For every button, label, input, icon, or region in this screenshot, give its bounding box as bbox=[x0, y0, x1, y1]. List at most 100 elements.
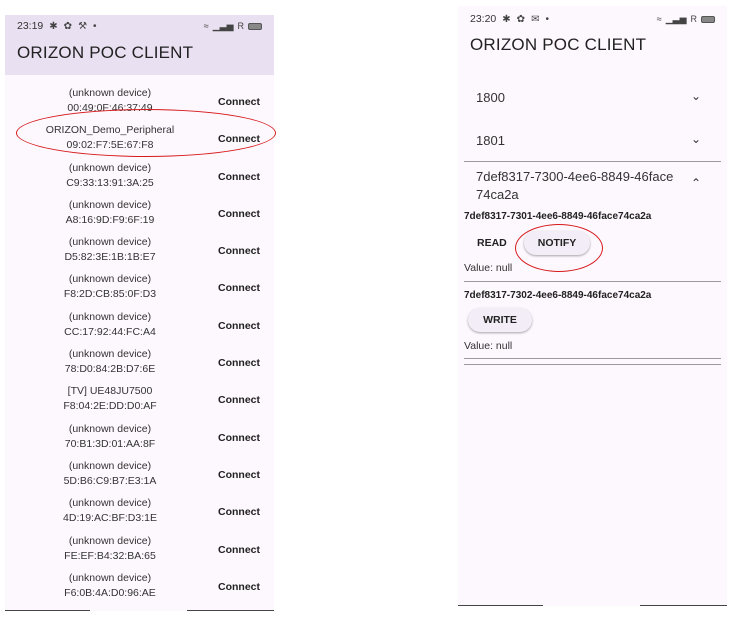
services-screen: 23:20 ✱ ✿ ✉ • ≈ ▁▃▅ R ORIZON POC CLIENT … bbox=[458, 6, 727, 606]
device-name: (unknown device) bbox=[68, 497, 152, 510]
device-name: (unknown device) bbox=[68, 310, 152, 323]
wifi-icon: ≈ bbox=[203, 21, 209, 31]
device-scan-screen: 23:19 ✱ ✿ ⚒ • ≈ ▁▃▅ R ORIZON POC CLIENT … bbox=[5, 15, 274, 611]
device-row: (unknown device) CC:17:92:44:FC:A4 Connect bbox=[5, 308, 274, 345]
divider bbox=[464, 281, 721, 282]
connect-button[interactable]: Connect bbox=[218, 171, 260, 183]
notify-button[interactable]: NOTIFY bbox=[524, 231, 590, 255]
service-uuid-line1: 7def8317-7300-4ee6-8849-46face bbox=[476, 169, 674, 184]
device-row: (unknown device) FE:EF:B4:32:BA:65 Connect bbox=[5, 532, 274, 569]
device-row: (unknown device) 4D:19:AC:BF:D3:1E Connect bbox=[5, 494, 274, 531]
device-address: CC:17:92:44:FC:A4 bbox=[64, 325, 156, 338]
device-row: (unknown device) D5:82:3E:1B:1B:E7 Connect bbox=[5, 233, 274, 270]
nav-segment bbox=[5, 610, 90, 611]
status-bar: 23:19 ✱ ✿ ⚒ • ≈ ▁▃▅ R bbox=[5, 15, 274, 37]
device-name: ORIZON_Demo_Peripheral bbox=[45, 124, 175, 137]
gear-icon: ✿ bbox=[63, 20, 73, 32]
status-time: 23:20 bbox=[470, 13, 497, 25]
device-row: (unknown device) F6:0B:4A:D0:96:AE Connect bbox=[5, 569, 274, 606]
connect-button[interactable]: Connect bbox=[218, 320, 260, 332]
device-address: A8:16:9D:F9:6F:19 bbox=[65, 213, 155, 226]
device-address: 00:49:0F:46:37:49 bbox=[67, 102, 153, 114]
dot-icon: • bbox=[93, 20, 97, 32]
device-address: 4D:19:AC:BF:D3:1E bbox=[63, 512, 157, 525]
page-title: ORIZON POC CLIENT bbox=[470, 35, 647, 54]
service-uuid: 1800 bbox=[476, 90, 505, 105]
read-button[interactable]: READ bbox=[477, 237, 507, 249]
connect-button[interactable]: Connect bbox=[218, 544, 260, 556]
battery-icon bbox=[248, 22, 262, 30]
bluetooth-icon: ✱ bbox=[502, 13, 511, 25]
service-uuid-line2: 74ca2a bbox=[476, 187, 519, 202]
nav-segment bbox=[458, 605, 543, 606]
wifi-icon: ≈ bbox=[656, 14, 662, 24]
signal-icon: ▁▃▅ bbox=[212, 20, 234, 31]
device-list: (unknown device) 00:49:0F:46:37:49 Connect… bbox=[5, 84, 274, 606]
connect-button[interactable]: Connect bbox=[218, 282, 260, 294]
connect-button[interactable]: Connect bbox=[218, 96, 260, 108]
device-address: F6:0B:4A:D0:96:AE bbox=[64, 586, 156, 599]
chevron-up-icon[interactable]: ⌃ bbox=[691, 176, 701, 190]
nav-segment bbox=[187, 610, 274, 611]
device-address: 09:02:F7:5E:67:F8 bbox=[66, 139, 154, 152]
device-name: (unknown device) bbox=[68, 87, 152, 99]
connect-button[interactable]: Connect bbox=[218, 245, 260, 257]
wrench-icon: ⚒ bbox=[78, 20, 88, 32]
connect-button[interactable]: Connect bbox=[218, 581, 260, 593]
device-name: (unknown device) bbox=[68, 236, 152, 249]
battery-icon bbox=[701, 15, 715, 23]
divider bbox=[464, 161, 721, 162]
status-bar: 23:20 ✱ ✿ ✉ • ≈ ▁▃▅ R bbox=[458, 6, 727, 30]
device-row: (unknown device) C9:33:13:91:3A:25 Connect bbox=[5, 159, 274, 196]
characteristic-value: Value: null bbox=[464, 262, 513, 274]
status-roaming: R bbox=[690, 14, 698, 24]
chevron-down-icon[interactable]: ⌄ bbox=[691, 89, 701, 103]
device-address: F8:04:2E:DD:D0:AF bbox=[63, 400, 157, 413]
device-row: (unknown device) A8:16:9D:F9:6F:19 Connect bbox=[5, 196, 274, 233]
device-row: [TV] UE48JU7500 F8:04:2E:DD:D0:AF Connect bbox=[5, 382, 274, 419]
nav-segment bbox=[640, 605, 727, 606]
navigation-bar bbox=[5, 609, 274, 611]
connect-button[interactable]: Connect bbox=[218, 432, 260, 444]
device-address: C9:33:13:91:3A:25 bbox=[66, 176, 154, 189]
connect-button[interactable]: Connect bbox=[218, 394, 260, 406]
connect-button[interactable]: Connect bbox=[218, 506, 260, 518]
chevron-down-icon[interactable]: ⌄ bbox=[691, 132, 701, 146]
device-row: (unknown device) 78:D0:84:2B:D7:6E Connect bbox=[5, 345, 274, 382]
app-bar: 23:20 ✱ ✿ ✉ • ≈ ▁▃▅ R ORIZON POC CLIENT bbox=[458, 6, 727, 66]
characteristic-uuid: 7def8317-7302-4ee6-8849-46face74ca2a bbox=[464, 290, 652, 301]
status-roaming: R bbox=[237, 21, 245, 31]
device-row: (unknown device) 00:49:0F:46:37:49 Connect bbox=[5, 84, 274, 121]
device-name: (unknown device) bbox=[68, 459, 152, 472]
device-name: [TV] UE48JU7500 bbox=[67, 385, 153, 398]
connect-button[interactable]: Connect bbox=[218, 208, 260, 220]
device-address: 70:B1:3D:01:AA:8F bbox=[64, 437, 156, 450]
connect-button[interactable]: Connect bbox=[218, 357, 260, 369]
gear-icon: ✿ bbox=[516, 13, 526, 25]
device-name: (unknown device) bbox=[68, 198, 152, 211]
service-row-1800[interactable]: 1800 ⌄ bbox=[464, 78, 721, 118]
characteristic-uuid: 7def8317-7301-4ee6-8849-46face74ca2a bbox=[464, 211, 652, 222]
service-uuid: 1801 bbox=[476, 133, 505, 148]
service-row-custom[interactable]: 7def8317-7300-4ee6-8849-46face 74ca2a ⌃ bbox=[464, 166, 721, 210]
device-name: (unknown device) bbox=[68, 534, 152, 547]
connect-button[interactable]: Connect bbox=[218, 469, 260, 481]
write-button[interactable]: WRITE bbox=[468, 308, 532, 332]
dot-icon: • bbox=[545, 13, 549, 25]
device-address: 5D:B6:C9:B7:E3:1A bbox=[63, 474, 157, 487]
device-row: (unknown device) 70:B1:3D:01:AA:8F Connect bbox=[5, 420, 274, 457]
app-bar: 23:19 ✱ ✿ ⚒ • ≈ ▁▃▅ R ORIZON POC CLIENT bbox=[5, 15, 274, 75]
device-address: F8:2D:CB:85:0F:D3 bbox=[63, 288, 157, 301]
device-address: FE:EF:B4:32:BA:65 bbox=[64, 549, 156, 562]
divider bbox=[464, 364, 721, 365]
status-time: 23:19 bbox=[17, 20, 44, 32]
bluetooth-icon: ✱ bbox=[49, 20, 58, 32]
service-row-1801[interactable]: 1801 ⌄ bbox=[464, 121, 721, 161]
device-name: (unknown device) bbox=[68, 348, 152, 361]
device-name: (unknown device) bbox=[68, 571, 152, 584]
divider bbox=[464, 358, 721, 359]
connect-button[interactable]: Connect bbox=[218, 133, 260, 145]
device-address: D5:82:3E:1B:1B:E7 bbox=[64, 251, 156, 264]
mail-icon: ✉ bbox=[531, 13, 540, 25]
signal-icon: ▁▃▅ bbox=[665, 13, 687, 24]
